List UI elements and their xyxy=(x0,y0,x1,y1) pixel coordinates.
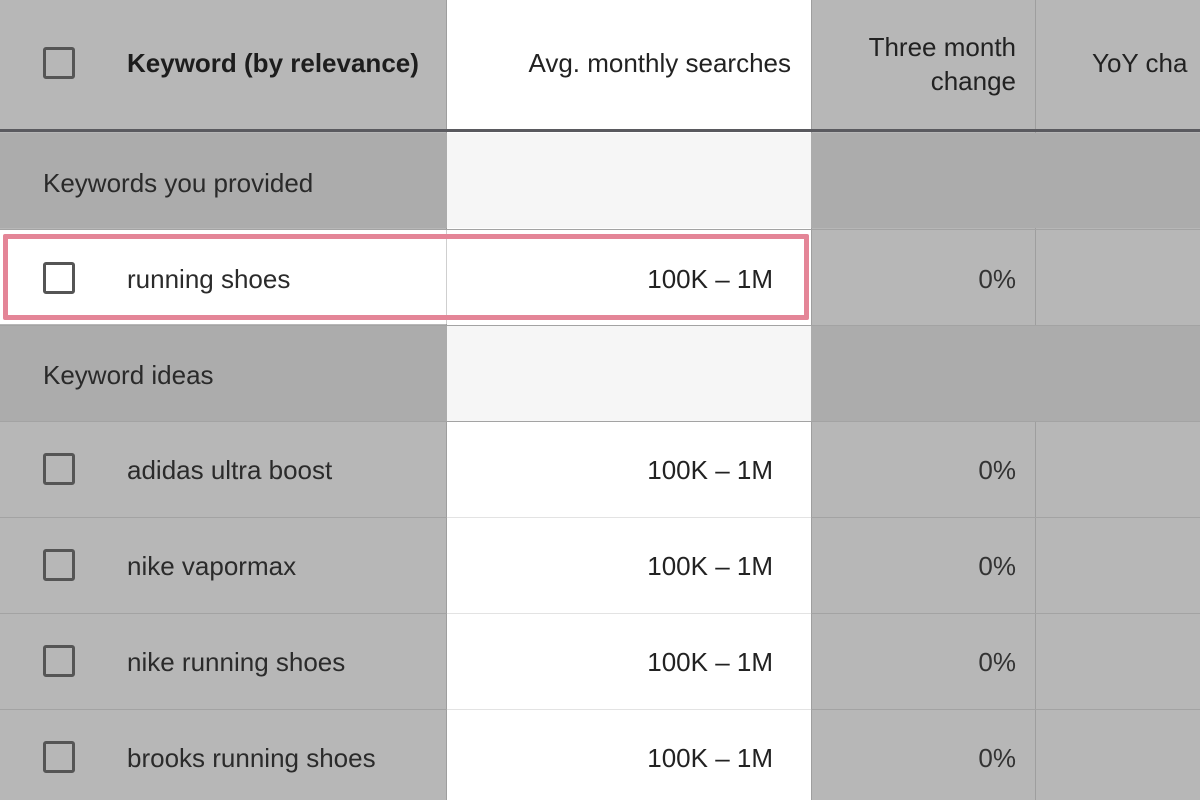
row-checkbox[interactable] xyxy=(43,549,75,581)
row-divider xyxy=(0,421,1200,422)
keyword-cell: nike running shoes xyxy=(127,647,346,677)
header-three-month-change[interactable]: Three month change xyxy=(811,30,1016,98)
group-label-provided: Keywords you provided xyxy=(43,168,314,198)
three-month-change-cell: 0% xyxy=(978,264,1016,294)
row-divider xyxy=(0,613,1200,614)
select-all-checkbox[interactable] xyxy=(43,47,75,79)
avg-searches-cell: 100K – 1M xyxy=(647,647,773,677)
three-month-change-cell: 0% xyxy=(978,647,1016,677)
avg-searches-cell: 100K – 1M xyxy=(647,264,773,294)
three-month-change-cell: 0% xyxy=(978,743,1016,773)
header-yoy-change[interactable]: YoY cha xyxy=(1092,46,1187,80)
row-divider xyxy=(0,517,1200,518)
avg-searches-cell: 100K – 1M xyxy=(647,455,773,485)
keyword-cell: brooks running shoes xyxy=(127,743,376,773)
header-divider xyxy=(0,129,1200,132)
keyword-cell: running shoes xyxy=(127,264,291,294)
row-checkbox[interactable] xyxy=(43,453,75,485)
three-month-change-cell: 0% xyxy=(978,551,1016,581)
row-divider xyxy=(0,709,1200,710)
header-keyword[interactable]: Keyword (by relevance) xyxy=(127,46,419,80)
three-month-change-cell: 0% xyxy=(978,455,1016,485)
row-checkbox[interactable] xyxy=(43,645,75,677)
avg-searches-cell: 100K – 1M xyxy=(647,551,773,581)
keyword-cell: nike vapormax xyxy=(127,551,297,581)
keyword-cell: adidas ultra boost xyxy=(127,455,333,485)
row-checkbox[interactable] xyxy=(43,262,75,294)
row-checkbox[interactable] xyxy=(43,741,75,773)
header-avg-monthly-searches[interactable]: Avg. monthly searches xyxy=(447,46,791,80)
group-label-ideas: Keyword ideas xyxy=(43,360,214,390)
avg-searches-cell: 100K – 1M xyxy=(647,743,773,773)
keyword-table: Keyword (by relevance) Avg. monthly sear… xyxy=(0,0,1200,800)
